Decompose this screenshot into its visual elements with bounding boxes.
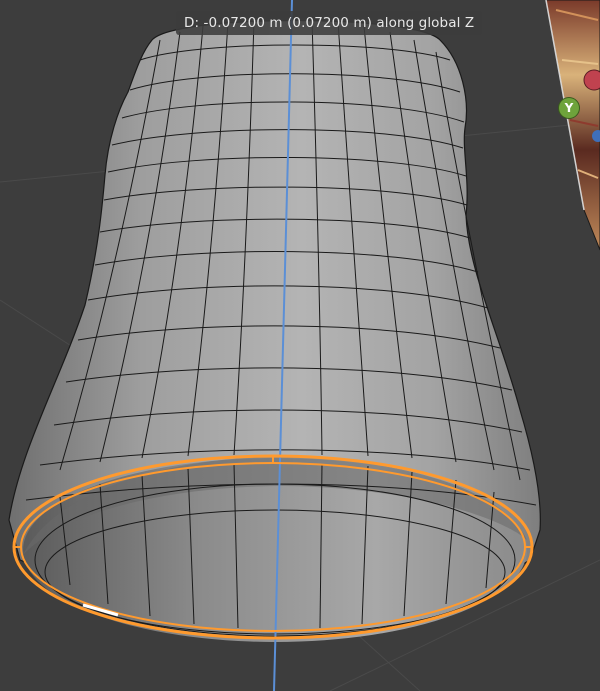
gizmo-y-axis-button[interactable]: Y	[559, 98, 579, 118]
transform-readout: D: -0.07200 m (0.07200 m) along global Z	[176, 11, 483, 35]
viewport-scene	[0, 0, 600, 691]
3d-viewport[interactable]: D: -0.07200 m (0.07200 m) along global Z…	[0, 0, 600, 691]
adjacent-object-panel	[545, 0, 600, 251]
